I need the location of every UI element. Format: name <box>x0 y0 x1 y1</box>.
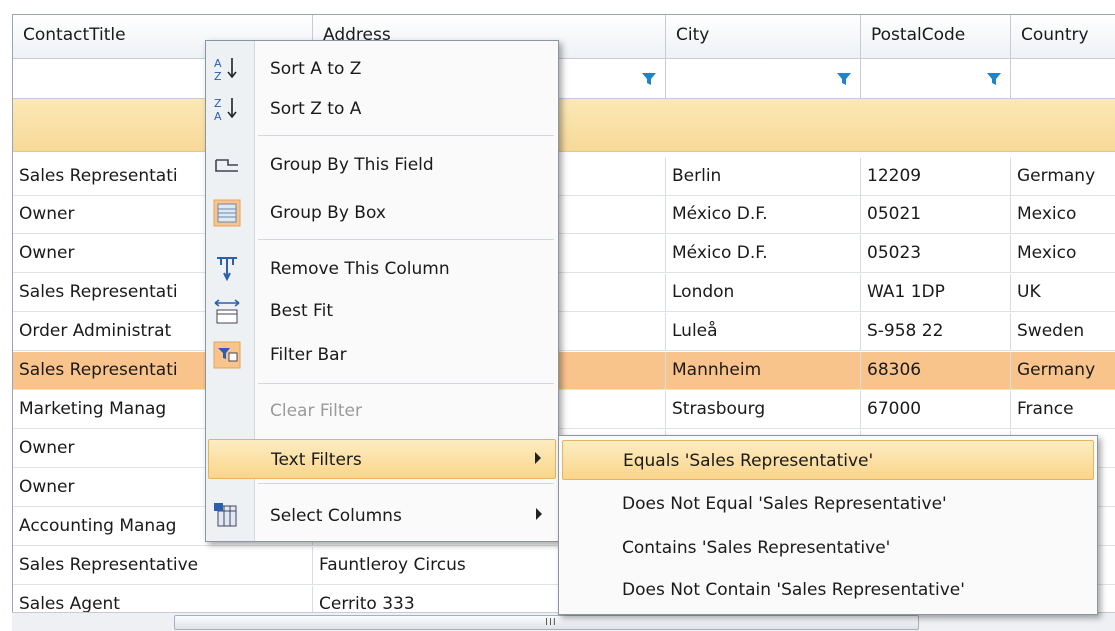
table-cell-country[interactable]: Mexico <box>1011 196 1115 234</box>
menu-separator <box>258 135 554 136</box>
svg-text:Z: Z <box>214 97 222 110</box>
menu-item-label: Clear Filter <box>270 401 362 421</box>
menu-item-label: Group By Box <box>270 203 386 223</box>
filter-cell-postalcode[interactable] <box>861 59 1011 99</box>
table-cell-country[interactable]: Sweden <box>1011 313 1115 351</box>
group-by-panel[interactable] <box>13 99 1115 152</box>
grip-icon: III <box>545 617 557 628</box>
menu-item-group-by-box[interactable]: Group By Box <box>208 193 556 233</box>
column-header-country[interactable]: Country <box>1011 15 1115 59</box>
menu-separator <box>258 483 554 484</box>
table-cell-postalcode[interactable]: WA1 1DP <box>861 274 1011 312</box>
menu-item-text-filters[interactable]: Text Filters <box>208 439 556 479</box>
sort-descending-icon: Z A <box>214 97 237 123</box>
group-by-box-icon <box>213 199 241 227</box>
table-cell-country[interactable]: France <box>1011 391 1115 429</box>
filter-funnel-icon[interactable] <box>986 71 1002 87</box>
submenu-item-label: Equals 'Sales Representative' <box>623 451 874 471</box>
table-cell-city[interactable]: London <box>666 274 861 312</box>
menu-item-label: Select Columns <box>270 506 402 526</box>
group-by-field-icon <box>215 159 238 172</box>
table-cell-postalcode[interactable]: 05023 <box>861 235 1011 273</box>
menu-separator <box>258 239 554 240</box>
menu-item-group-by-this-field[interactable]: Group By This Field <box>208 145 556 185</box>
table-cell-contacttitle[interactable]: Sales Representative <box>13 547 313 585</box>
submenu-item-equals[interactable]: Equals 'Sales Representative' <box>562 440 1094 480</box>
submenu-arrow-icon <box>535 452 541 464</box>
column-header-postalcode[interactable]: PostalCode <box>861 15 1011 59</box>
menu-item-label: Sort A to Z <box>270 59 362 79</box>
menu-separator <box>258 383 554 384</box>
menu-item-sort-z-to-a[interactable]: Z A Sort Z to A <box>208 89 556 129</box>
column-header-city[interactable]: City <box>666 15 861 59</box>
submenu-item-label: Contains 'Sales Representative' <box>622 538 891 558</box>
filter-funnel-icon[interactable] <box>836 71 852 87</box>
table-cell-postalcode[interactable]: S-958 22 <box>861 313 1011 351</box>
menu-item-label: Group By This Field <box>270 155 434 175</box>
menu-item-remove-this-column[interactable]: Remove This Column <box>208 249 556 289</box>
remove-column-icon <box>217 257 237 282</box>
menu-item-label: Remove This Column <box>270 259 450 279</box>
table-cell-city[interactable]: Mannheim <box>666 352 861 390</box>
svg-text:Z: Z <box>214 70 222 83</box>
table-cell-city[interactable]: México D.F. <box>666 235 861 273</box>
menu-item-sort-a-to-z[interactable]: A Z Sort A to Z <box>208 49 556 89</box>
submenu-item-does-not-equal[interactable]: Does Not Equal 'Sales Representative' <box>562 484 1094 524</box>
table-cell-city[interactable]: Strasbourg <box>666 391 861 429</box>
svg-text:A: A <box>214 57 222 70</box>
select-columns-icon <box>214 503 237 527</box>
screenshot-frame: ContactTitle Address City PostalCode Cou… <box>0 0 1115 631</box>
table-cell-city[interactable]: Berlin <box>666 158 861 196</box>
menu-item-best-fit[interactable]: Best Fit <box>208 291 556 331</box>
filter-cell-country[interactable] <box>1011 59 1115 99</box>
best-fit-icon <box>214 299 240 324</box>
table-cell-city[interactable]: Luleå <box>666 313 861 351</box>
submenu-item-label: Does Not Equal 'Sales Representative' <box>622 494 947 514</box>
table-cell-postalcode[interactable]: 12209 <box>861 158 1011 196</box>
submenu-arrow-icon <box>536 508 542 520</box>
menu-item-label: Sort Z to A <box>270 99 362 119</box>
table-cell-postalcode[interactable]: 68306 <box>861 352 1011 390</box>
scrollbar-thumb[interactable]: III <box>174 615 919 630</box>
menu-item-label: Best Fit <box>270 301 333 321</box>
table-cell-postalcode[interactable]: 05021 <box>861 196 1011 234</box>
menu-item-clear-filter: Clear Filter <box>208 391 556 431</box>
submenu-item-label: Does Not Contain 'Sales Representative' <box>622 580 965 600</box>
submenu-item-contains[interactable]: Contains 'Sales Representative' <box>562 528 1094 568</box>
text-filters-submenu: Equals 'Sales Representative' Does Not E… <box>558 435 1098 615</box>
sort-ascending-icon: A Z <box>214 57 237 83</box>
table-cell-city[interactable]: México D.F. <box>666 196 861 234</box>
table-cell-country[interactable]: Germany <box>1011 352 1115 390</box>
submenu-item-does-not-contain[interactable]: Does Not Contain 'Sales Representative' <box>562 570 1094 610</box>
menu-item-label: Text Filters <box>271 450 362 470</box>
table-cell-country[interactable]: Mexico <box>1011 235 1115 273</box>
svg-text:A: A <box>214 110 222 123</box>
filter-cell-city[interactable] <box>666 59 861 99</box>
column-context-menu: A Z Sort A to Z Z A Sort Z to A Group By… <box>205 40 559 542</box>
table-cell-country[interactable]: Germany <box>1011 158 1115 196</box>
table-cell-postalcode[interactable]: 67000 <box>861 391 1011 429</box>
menu-item-filter-bar[interactable]: Filter Bar <box>208 335 556 375</box>
table-cell-country[interactable]: UK <box>1011 274 1115 312</box>
filter-funnel-icon[interactable] <box>641 71 657 87</box>
filter-bar-icon <box>213 341 241 369</box>
menu-item-select-columns[interactable]: Select Columns <box>208 496 556 536</box>
menu-item-label: Filter Bar <box>270 345 347 365</box>
